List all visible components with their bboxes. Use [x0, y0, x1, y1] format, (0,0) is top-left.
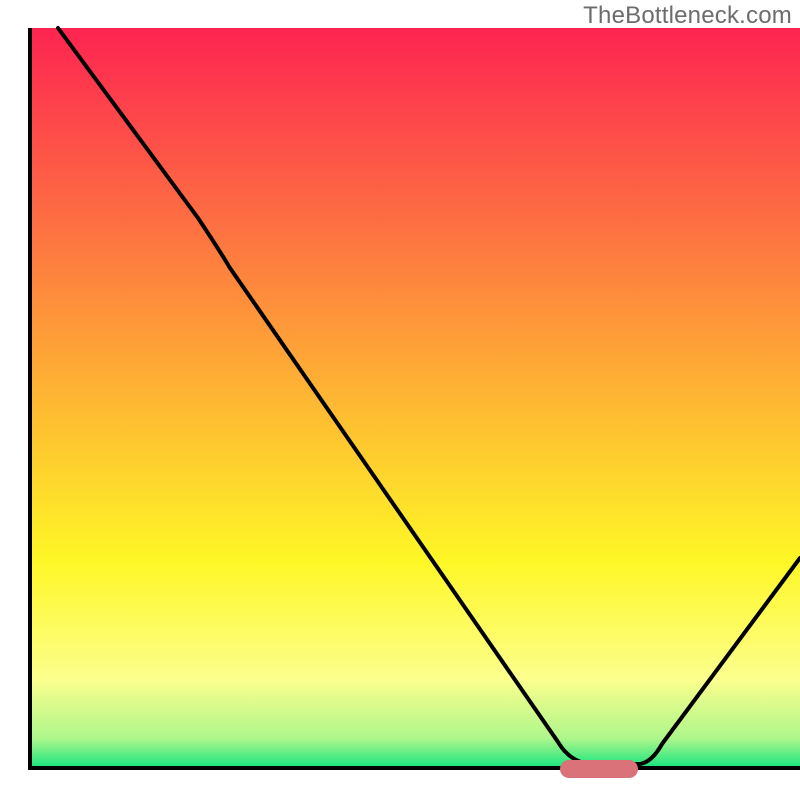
watermark-text: TheBottleneck.com [583, 2, 792, 30]
chart-svg [0, 0, 800, 800]
plot-background [31, 28, 800, 768]
chart-stage: TheBottleneck.com [0, 0, 800, 800]
axis-marker [560, 760, 638, 778]
